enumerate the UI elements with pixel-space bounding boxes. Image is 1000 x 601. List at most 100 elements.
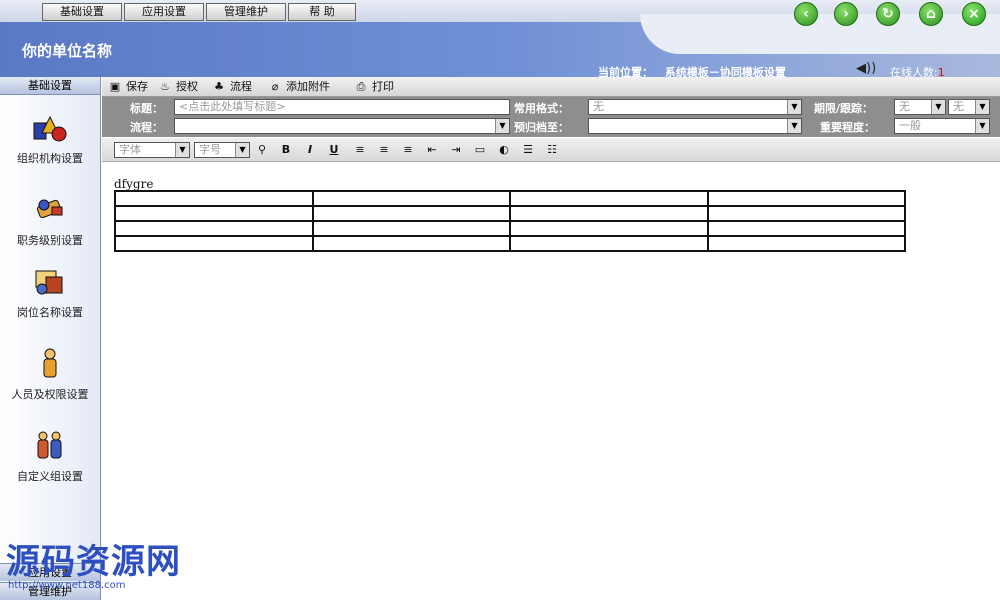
table-cell[interactable] [114, 235, 314, 252]
action-toolbar: ▣ 保存 ♨ 授权 ♣ 流程 ⌀ 添加附件 ⎙ 打印 [102, 77, 1000, 97]
table-cell[interactable] [311, 235, 511, 252]
org-icon [33, 115, 67, 142]
align-left-icon[interactable]: ≡ [352, 142, 368, 158]
attach-button[interactable]: ⌀ 添加附件 [268, 79, 330, 95]
track-select[interactable]: 无 ▼ [948, 99, 990, 115]
authorize-button[interactable]: ♨ 授权 [158, 79, 198, 95]
sidebar-item-org[interactable]: 组织机构设置 [0, 111, 100, 166]
table-cell[interactable] [114, 220, 314, 237]
archive-select[interactable]: ▼ [588, 118, 802, 134]
indent-icon[interactable]: ⇥ [448, 142, 464, 158]
archive-label: 预归档至： [514, 121, 569, 134]
table-cell[interactable] [114, 190, 314, 207]
align-center-icon[interactable]: ≡ [376, 142, 392, 158]
unit-name: 你的单位名称 [22, 42, 113, 60]
refresh-icon[interactable]: ↻ [876, 2, 900, 26]
table-cell[interactable] [706, 190, 906, 207]
table-cell[interactable] [706, 220, 906, 237]
bold-icon[interactable]: B [278, 142, 294, 158]
table-cell[interactable] [509, 235, 709, 252]
forward-icon[interactable]: › [834, 2, 858, 26]
sidebar-item-group[interactable]: 自定义组设置 [0, 429, 100, 484]
chevron-down-icon[interactable]: ▼ [787, 100, 801, 114]
header-decoration [640, 14, 1000, 54]
table-cell[interactable] [509, 220, 709, 237]
font-select[interactable]: 字体 ▼ [114, 142, 190, 158]
save-label: 保存 [126, 80, 148, 93]
table-row [114, 205, 906, 222]
menu-basic-settings[interactable]: 基础设置 [42, 3, 122, 21]
font-value: 字体 [119, 143, 141, 156]
chevron-down-icon[interactable]: ▼ [175, 143, 189, 157]
deadline-select[interactable]: 无 ▼ [894, 99, 946, 115]
flow-icon: ♣ [214, 80, 224, 93]
left-sidebar: 基础设置 组织机构设置 职务级别设置 岗位名称设置 人员及权限设置 自定义组设置… [0, 77, 101, 600]
table-row [114, 220, 906, 237]
sidebar-item-label: 自定义组设置 [17, 470, 83, 483]
find-icon[interactable]: ⚲ [254, 142, 270, 158]
attach-label: 添加附件 [286, 80, 330, 93]
table-cell[interactable] [706, 205, 906, 222]
speaker-icon[interactable]: ◀︎)) [856, 61, 876, 76]
size-value: 字号 [199, 143, 221, 156]
close-icon[interactable]: × [962, 2, 986, 26]
table-cell[interactable] [509, 190, 709, 207]
table-cell[interactable] [311, 220, 511, 237]
printer-icon: ⎙ [356, 80, 366, 93]
document-text[interactable]: dfygre [114, 177, 153, 191]
flow-button[interactable]: ♣ 流程 [212, 79, 252, 95]
sidebar-head[interactable]: 基础设置 [0, 77, 100, 95]
priority-label: 重要程度： [820, 121, 875, 134]
editor-body[interactable]: dfygre [102, 163, 1000, 600]
align-right-icon[interactable]: ≡ [400, 142, 416, 158]
title-label: 标题： [130, 102, 163, 115]
chevron-down-icon[interactable]: ▼ [495, 119, 509, 133]
number-list-icon[interactable]: ☷ [544, 142, 560, 158]
sidebar-item-rank[interactable]: 职务级别设置 [0, 193, 100, 248]
format-select[interactable]: 无 ▼ [588, 99, 802, 115]
document-table[interactable] [114, 190, 906, 252]
menu-help[interactable]: 帮 助 [288, 3, 356, 21]
size-select[interactable]: 字号 ▼ [194, 142, 250, 158]
flow-select[interactable]: ▼ [174, 118, 510, 134]
authorize-label: 授权 [176, 80, 198, 93]
back-icon[interactable]: ‹ [794, 2, 818, 26]
table-cell[interactable] [311, 190, 511, 207]
header-banner: 你的单位名称 当前位置： 系统模板－协同模板设置 ◀︎)) 在线人数:1 [0, 14, 1000, 79]
sidebar-item-post[interactable]: 岗位名称设置 [0, 265, 100, 320]
menu-app-settings[interactable]: 应用设置 [124, 3, 204, 21]
home-icon[interactable]: ⌂ [919, 2, 943, 26]
sidebar-item-user[interactable]: 人员及权限设置 [0, 347, 100, 402]
italic-icon[interactable]: I [302, 142, 318, 158]
table-icon[interactable]: ▭ [472, 142, 488, 158]
flow-field-label: 流程： [130, 121, 163, 134]
chevron-down-icon[interactable]: ▼ [235, 143, 249, 157]
chevron-down-icon[interactable]: ▼ [975, 100, 989, 114]
print-label: 打印 [372, 80, 394, 93]
title-input[interactable]: <点击此处填写标题> [174, 99, 510, 115]
group-icon [37, 431, 62, 459]
rank-icon [36, 199, 63, 219]
user-icon [43, 348, 57, 378]
priority-select[interactable]: 一般 ▼ [894, 118, 990, 134]
document-form: 标题： <点击此处填写标题> 流程： ▼ 常用格式： 无 ▼ 预归档至： ▼ 期限… [102, 97, 1000, 137]
table-cell[interactable] [706, 235, 906, 252]
outdent-icon[interactable]: ⇤ [424, 142, 440, 158]
deadline-value: 无 [899, 100, 910, 113]
table-row [114, 190, 906, 207]
print-button[interactable]: ⎙ 打印 [354, 79, 394, 95]
chevron-down-icon[interactable]: ▼ [787, 119, 801, 133]
bullet-list-icon[interactable]: ☰ [520, 142, 536, 158]
underline-icon[interactable]: U [326, 142, 342, 158]
menu-maintenance[interactable]: 管理维护 [206, 3, 286, 21]
table-cell[interactable] [114, 205, 314, 222]
chevron-down-icon[interactable]: ▼ [975, 119, 989, 133]
flow-label: 流程 [230, 80, 252, 93]
chevron-down-icon[interactable]: ▼ [931, 100, 945, 114]
save-button[interactable]: ▣ 保存 [108, 79, 148, 95]
table-cell[interactable] [509, 205, 709, 222]
table-cell[interactable] [311, 205, 511, 222]
color-icon[interactable]: ◐ [496, 142, 512, 158]
format-value: 无 [593, 100, 604, 113]
sidebar-item-label: 组织机构设置 [17, 152, 83, 165]
